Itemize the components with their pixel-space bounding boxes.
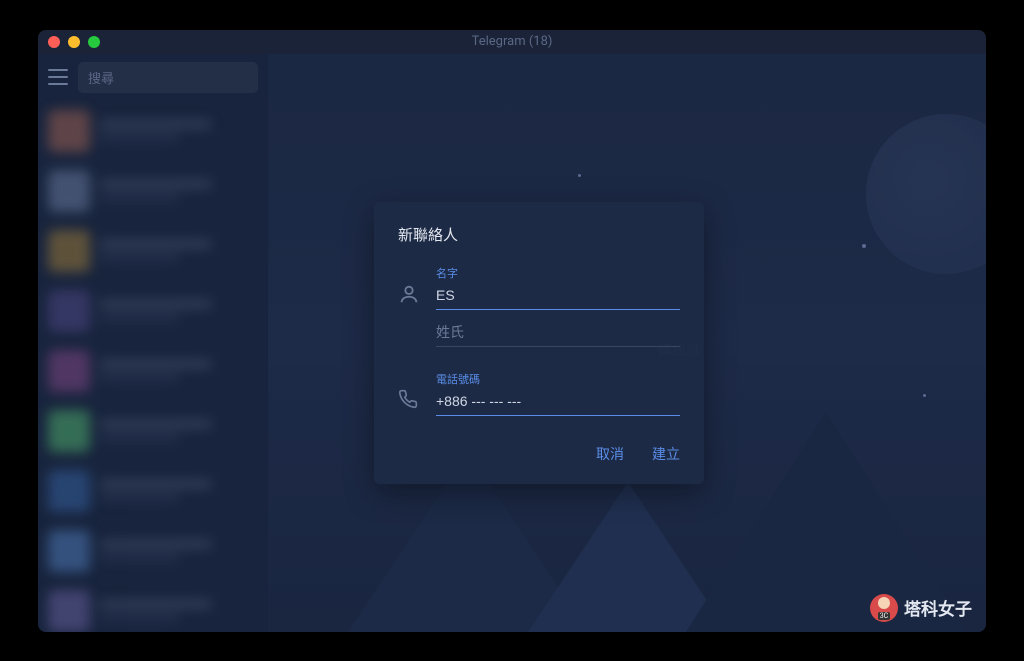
star-decoration: [578, 174, 581, 177]
close-window-button[interactable]: [48, 36, 60, 48]
app-window: Telegram (18) 傳訊息: [38, 30, 986, 632]
star-decoration: [923, 394, 926, 397]
sidebar-header: [38, 54, 268, 101]
chat-list-item[interactable]: [38, 101, 268, 161]
modal-title: 新聯絡人: [398, 224, 680, 245]
chat-list-item[interactable]: [38, 161, 268, 221]
phone-icon: [398, 389, 420, 411]
titlebar: Telegram (18): [38, 30, 986, 54]
star-decoration: [862, 244, 866, 248]
chat-list[interactable]: [38, 101, 268, 632]
person-icon: [398, 283, 420, 305]
chat-list-item[interactable]: [38, 281, 268, 341]
chat-list-item[interactable]: [38, 221, 268, 281]
create-button[interactable]: 建立: [652, 440, 680, 468]
watermark-text: 塔科女子: [904, 595, 972, 620]
search-box[interactable]: [78, 62, 258, 93]
chat-list-item[interactable]: [38, 401, 268, 461]
watermark-icon: [870, 594, 898, 622]
window-title: Telegram (18): [472, 34, 553, 49]
chat-list-item[interactable]: [38, 521, 268, 581]
chat-list-item[interactable]: [38, 341, 268, 401]
chat-list-item[interactable]: [38, 581, 268, 632]
maximize-window-button[interactable]: [88, 36, 100, 48]
new-contact-modal: 新聯絡人 名字: [374, 202, 704, 484]
last-name-input[interactable]: [436, 320, 680, 347]
watermark: 塔科女子: [870, 594, 972, 622]
traffic-lights: [48, 36, 100, 48]
first-name-input[interactable]: [436, 283, 680, 310]
chat-area: 傳訊息 新聯絡人 名字: [268, 54, 986, 632]
first-name-label: 名字: [436, 265, 680, 281]
minimize-window-button[interactable]: [68, 36, 80, 48]
phone-label: 電話號碼: [436, 371, 680, 387]
search-input[interactable]: [88, 71, 248, 86]
sidebar: [38, 54, 268, 632]
menu-icon[interactable]: [48, 69, 68, 85]
cancel-button[interactable]: 取消: [596, 440, 624, 468]
phone-input[interactable]: [436, 389, 680, 416]
moon-decoration: [866, 114, 986, 274]
chat-list-item[interactable]: [38, 461, 268, 521]
app-body: 傳訊息 新聯絡人 名字: [38, 54, 986, 632]
